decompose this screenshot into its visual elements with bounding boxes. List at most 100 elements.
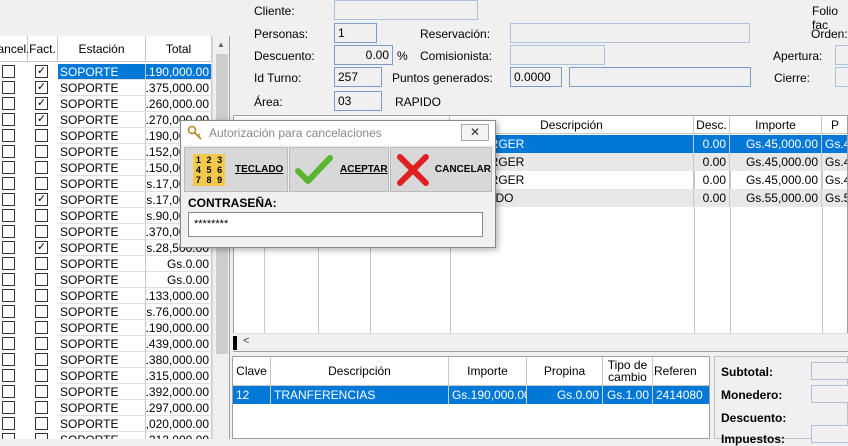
reservacion-label: Reservación: xyxy=(420,27,491,41)
cancel-checkbox[interactable] xyxy=(2,305,15,318)
cancel-checkbox[interactable] xyxy=(2,337,15,350)
pay-header-clave[interactable]: Clave xyxy=(233,357,271,386)
comisionista-field[interactable] xyxy=(510,45,605,65)
ticket-row[interactable]: ✓ SOPORTEGs.375,000.00 xyxy=(0,80,212,96)
fact-checkbox[interactable] xyxy=(35,289,48,302)
fact-checkbox[interactable]: ✓ xyxy=(35,113,48,126)
cancel-checkbox[interactable] xyxy=(2,81,15,94)
cancel-checkbox[interactable] xyxy=(2,433,15,439)
ticket-row[interactable]: SOPORTEGs.439,000.00 xyxy=(0,336,212,352)
cancel-checkbox[interactable] xyxy=(2,353,15,366)
ticket-row[interactable]: SOPORTE Gs.0.00 xyxy=(0,256,212,272)
cancel-checkbox[interactable] xyxy=(2,401,15,414)
header-total[interactable]: Total xyxy=(146,36,212,62)
cancel-checkbox[interactable] xyxy=(2,97,15,110)
cancel-checkbox[interactable] xyxy=(2,321,15,334)
password-input[interactable]: ******** xyxy=(188,212,483,237)
payments-grid[interactable]: Clave Descripción Importe Propina Tipo d… xyxy=(232,356,710,439)
pay-header-propina[interactable]: Propina xyxy=(527,357,603,386)
fact-checkbox[interactable] xyxy=(35,321,48,334)
puntos-field[interactable]: 0.0000 xyxy=(510,67,562,87)
ticket-row[interactable]: SOPORTEGs.297,000.00 xyxy=(0,400,212,416)
cancel-checkbox[interactable] xyxy=(2,209,15,222)
ticket-row[interactable]: SOPORTEGs.190,000.00 xyxy=(0,320,212,336)
descuento-field[interactable]: 0.00 xyxy=(334,45,393,65)
fact-checkbox[interactable] xyxy=(35,161,48,174)
dialog-close-button[interactable]: ✕ xyxy=(461,124,489,141)
fact-checkbox[interactable] xyxy=(35,433,48,439)
items-header-desc[interactable]: Desc. xyxy=(694,116,730,134)
ticket-row[interactable]: SOPORTEGs.133,000.00 xyxy=(0,288,212,304)
ticket-row[interactable]: ✓ SOPORTEGs.190,000.00 xyxy=(0,64,212,80)
cancel-checkbox[interactable] xyxy=(2,193,15,206)
pay-header-importe[interactable]: Importe xyxy=(449,357,527,386)
payment-row[interactable]: 12 TRANFERENCIAS Gs.190,000.00 Gs.0.00 G… xyxy=(233,386,709,404)
ticket-row[interactable]: SOPORTE Gs.0.00 xyxy=(0,272,212,288)
fact-checkbox[interactable] xyxy=(35,305,48,318)
puntos-extra-field[interactable] xyxy=(569,67,751,87)
cancel-checkbox[interactable] xyxy=(2,369,15,382)
ticket-row[interactable]: SOPORTEGs.1,020,000.00 xyxy=(0,416,212,432)
ticket-row[interactable]: SOPORTEGs.380,000.00 xyxy=(0,352,212,368)
teclado-button[interactable]: 123 456 789 TECLADO xyxy=(184,147,288,192)
cancel-checkbox[interactable] xyxy=(2,225,15,238)
ticket-row[interactable]: SOPORTEGs.212,000.00 xyxy=(0,432,212,439)
ticket-total: Gs.380,000.00 xyxy=(146,352,212,368)
keypad-digit: 7 xyxy=(195,175,201,186)
ticket-row[interactable]: ✓ SOPORTEGs.260,000.00 xyxy=(0,96,212,112)
fact-checkbox[interactable] xyxy=(35,353,48,366)
fact-checkbox[interactable] xyxy=(35,177,48,190)
fact-checkbox[interactable]: ✓ xyxy=(35,241,48,254)
ticket-row[interactable]: SOPORTEGs.76,000.00 xyxy=(0,304,212,320)
cancel-checkbox[interactable] xyxy=(2,257,15,270)
fact-checkbox[interactable]: ✓ xyxy=(35,81,48,94)
cancel-checkbox[interactable] xyxy=(2,241,15,254)
cancel-checkbox[interactable] xyxy=(2,129,15,142)
cancel-checkbox[interactable] xyxy=(2,417,15,430)
cancel-checkbox[interactable] xyxy=(2,177,15,190)
cancel-checkbox[interactable] xyxy=(2,385,15,398)
cancel-checkbox[interactable] xyxy=(2,145,15,158)
fact-checkbox[interactable] xyxy=(35,209,48,222)
turno-field[interactable]: 257 xyxy=(334,67,382,87)
cancel-checkbox[interactable] xyxy=(2,273,15,286)
items-horizontal-scrollbar[interactable]: < xyxy=(233,333,848,351)
pay-header-descripcion[interactable]: Descripción xyxy=(271,357,449,386)
header-fact[interactable]: Fact. xyxy=(28,36,58,62)
fact-checkbox[interactable] xyxy=(35,129,48,142)
cancel-checkbox[interactable] xyxy=(2,161,15,174)
fact-checkbox[interactable] xyxy=(35,401,48,414)
area-field[interactable]: 03 xyxy=(334,91,382,111)
items-header-p[interactable]: P xyxy=(822,116,847,134)
pay-header-referencia[interactable]: Referen xyxy=(653,357,709,386)
fact-checkbox[interactable] xyxy=(35,385,48,398)
ticket-row[interactable]: SOPORTEGs.315,000.00 xyxy=(0,368,212,384)
fact-checkbox[interactable] xyxy=(35,417,48,430)
personas-field[interactable]: 1 xyxy=(334,23,377,43)
cierre-field[interactable] xyxy=(835,67,848,87)
scroll-up-icon[interactable]: ▲ xyxy=(217,40,225,49)
fact-checkbox[interactable] xyxy=(35,145,48,158)
scroll-left-icon[interactable]: < xyxy=(243,335,249,347)
items-header-importe[interactable]: Importe xyxy=(730,116,822,134)
fact-checkbox[interactable] xyxy=(35,273,48,286)
pay-header-tipo-cambio[interactable]: Tipo de cambio xyxy=(603,357,653,386)
cancel-checkbox[interactable] xyxy=(2,65,15,78)
apertura-field[interactable] xyxy=(835,45,848,65)
cancel-checkbox[interactable] xyxy=(2,113,15,126)
cancelar-button[interactable]: CANCELAR xyxy=(390,147,492,192)
aceptar-button[interactable]: ACEPTAR xyxy=(289,147,389,192)
header-estacion[interactable]: Estación xyxy=(58,36,146,62)
fact-checkbox[interactable]: ✓ xyxy=(35,65,48,78)
fact-checkbox[interactable] xyxy=(35,369,48,382)
reservacion-field[interactable] xyxy=(510,23,750,43)
fact-checkbox[interactable] xyxy=(35,225,48,238)
fact-checkbox[interactable] xyxy=(35,257,48,270)
cancel-checkbox[interactable] xyxy=(2,289,15,302)
ticket-row[interactable]: SOPORTEGs.392,000.00 xyxy=(0,384,212,400)
cliente-field[interactable] xyxy=(334,0,478,20)
fact-checkbox[interactable]: ✓ xyxy=(35,193,48,206)
header-cancel[interactable]: ancel. xyxy=(0,36,30,62)
fact-checkbox[interactable]: ✓ xyxy=(35,97,48,110)
fact-checkbox[interactable] xyxy=(35,337,48,350)
